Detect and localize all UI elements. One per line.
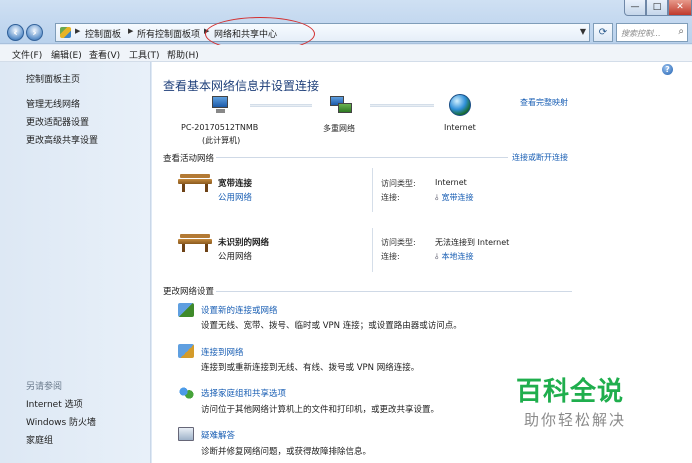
window-titlebar: ‹ › ▶ 控制面板 ▶ 所有控制面板项 ▶ 网络和共享中心 ▼ ⟳ 搜索控制.… (0, 0, 692, 51)
internet-label: Internet (444, 123, 476, 132)
chevron-down-icon[interactable]: ▼ (580, 27, 586, 36)
close-button[interactable]: ✕ (668, 0, 692, 16)
address-bar[interactable]: ▶ 控制面板 ▶ 所有控制面板项 ▶ 网络和共享中心 ▼ (55, 23, 590, 42)
control-panel-icon (60, 27, 71, 38)
plug-icon: ⫰ (435, 252, 439, 261)
connection-link[interactable]: ⫰ 本地连接 (435, 251, 473, 262)
active-networks-heading: 查看活动网络 (163, 154, 215, 164)
network-name: 未识别的网络 (218, 238, 270, 248)
chevron-right-icon[interactable]: ▶ (128, 27, 133, 35)
breadcrumb-all-items[interactable]: 所有控制面板项 (137, 27, 200, 40)
connect-to-network-link[interactable]: 连接到网络 (201, 346, 244, 358)
access-type-value: 无法连接到 Internet (435, 238, 510, 247)
setup-connection-desc: 设置无线、宽带、拨号、临时或 VPN 连接；或设置路由器或访问点。 (201, 321, 462, 331)
sidebar-link-advanced-sharing[interactable]: 更改高级共享设置 (26, 133, 98, 146)
connection-line (250, 104, 312, 107)
sidebar-link-homegroup[interactable]: 家庭组 (26, 433, 53, 446)
plug-icon: ⫰ (435, 193, 439, 202)
page-title: 查看基本网络信息并设置连接 (163, 79, 320, 93)
minimize-button[interactable]: — (624, 0, 646, 16)
connection-line (370, 104, 434, 107)
watermark-logo: 百科全说 (516, 377, 625, 407)
breadcrumb-control-panel[interactable]: 控制面板 (85, 27, 121, 40)
search-icon[interactable]: ⌕ (678, 26, 684, 37)
full-map-link[interactable]: 查看完整映射 (520, 97, 568, 108)
network-type-link[interactable]: 公用网络 (218, 191, 252, 203)
menu-file[interactable]: 文件(F) (12, 48, 42, 61)
troubleshoot-icon (178, 427, 194, 441)
multiple-networks-label: 多重网络 (323, 124, 355, 133)
watermark-subtitle: 助你轻松解决 (524, 411, 627, 429)
access-type-label: 访问类型: (381, 238, 416, 247)
menu-help[interactable]: 帮助(H) (167, 48, 199, 61)
troubleshoot-link[interactable]: 疑难解答 (201, 429, 235, 441)
connection-label: 连接: (381, 252, 400, 261)
sidebar-link-internet-options[interactable]: Internet 选项 (26, 397, 83, 410)
troubleshoot-desc: 诊断并修复网络问题，或获得故障排除信息。 (201, 447, 372, 457)
connection-link[interactable]: ⫰ 宽带连接 (435, 192, 473, 203)
public-network-bench-icon (178, 174, 212, 192)
back-button[interactable]: ‹ (7, 24, 24, 41)
public-network-bench-icon (178, 234, 212, 252)
computer-name: PC-20170512TNMB (181, 123, 259, 132)
left-sidebar: 控制面板主页 管理无线网络 更改适配器设置 更改高级共享设置 另请参阅 Inte… (0, 62, 151, 463)
sidebar-link-adapter-settings[interactable]: 更改适配器设置 (26, 115, 89, 128)
see-also-heading: 另请参阅 (26, 382, 63, 392)
network-name: 宽带连接 (218, 179, 253, 189)
menu-tools[interactable]: 工具(T) (129, 48, 160, 61)
sidebar-link-control-panel-home[interactable]: 控制面板主页 (26, 72, 80, 85)
search-input[interactable]: 搜索控制... ⌕ (616, 23, 688, 42)
change-settings-heading: 更改网络设置 (163, 287, 215, 297)
connect-disconnect-link[interactable]: 连接或断开连接 (512, 152, 568, 163)
search-placeholder: 搜索控制... (621, 29, 661, 38)
internet-globe-icon[interactable] (449, 94, 471, 116)
access-type-label: 访问类型: (381, 179, 416, 188)
homegroup-sharing-link[interactable]: 选择家庭组和共享选项 (201, 387, 286, 399)
computer-subtitle: (此计算机) (202, 136, 241, 145)
maximize-button[interactable]: □ (646, 0, 668, 16)
forward-button[interactable]: › (26, 24, 43, 41)
sidebar-link-firewall[interactable]: Windows 防火墙 (26, 415, 96, 428)
connect-to-network-desc: 连接到或重新连接到无线、有线、拨号或 VPN 网络连接。 (201, 363, 420, 373)
network-type: 公用网络 (218, 252, 253, 262)
menu-view[interactable]: 查看(V) (89, 48, 120, 61)
multiple-networks-icon[interactable] (330, 96, 354, 116)
homegroup-icon (178, 386, 194, 400)
computer-icon (210, 96, 232, 114)
connection-label: 连接: (381, 193, 400, 202)
help-icon[interactable]: ? (662, 64, 673, 75)
divider (216, 157, 508, 158)
setup-connection-link[interactable]: 设置新的连接或网络 (201, 304, 278, 316)
new-connection-icon (178, 303, 194, 317)
chevron-right-icon[interactable]: ▶ (75, 27, 80, 35)
access-type-value: Internet (435, 178, 467, 187)
homegroup-sharing-desc: 访问位于其他网络计算机上的文件和打印机，或更改共享设置。 (201, 405, 440, 415)
menu-edit[interactable]: 编辑(E) (51, 48, 82, 61)
divider (372, 168, 373, 212)
refresh-button[interactable]: ⟳ (593, 23, 613, 42)
connect-network-icon (178, 344, 194, 358)
connection-link-label[interactable]: 宽带连接 (441, 193, 473, 202)
sidebar-link-manage-wireless[interactable]: 管理无线网络 (26, 97, 80, 110)
divider (372, 228, 373, 272)
connection-link-label[interactable]: 本地连接 (441, 252, 473, 261)
menu-bar: 文件(F) 编辑(E) 查看(V) 工具(T) 帮助(H) (0, 45, 692, 62)
divider (216, 291, 572, 292)
